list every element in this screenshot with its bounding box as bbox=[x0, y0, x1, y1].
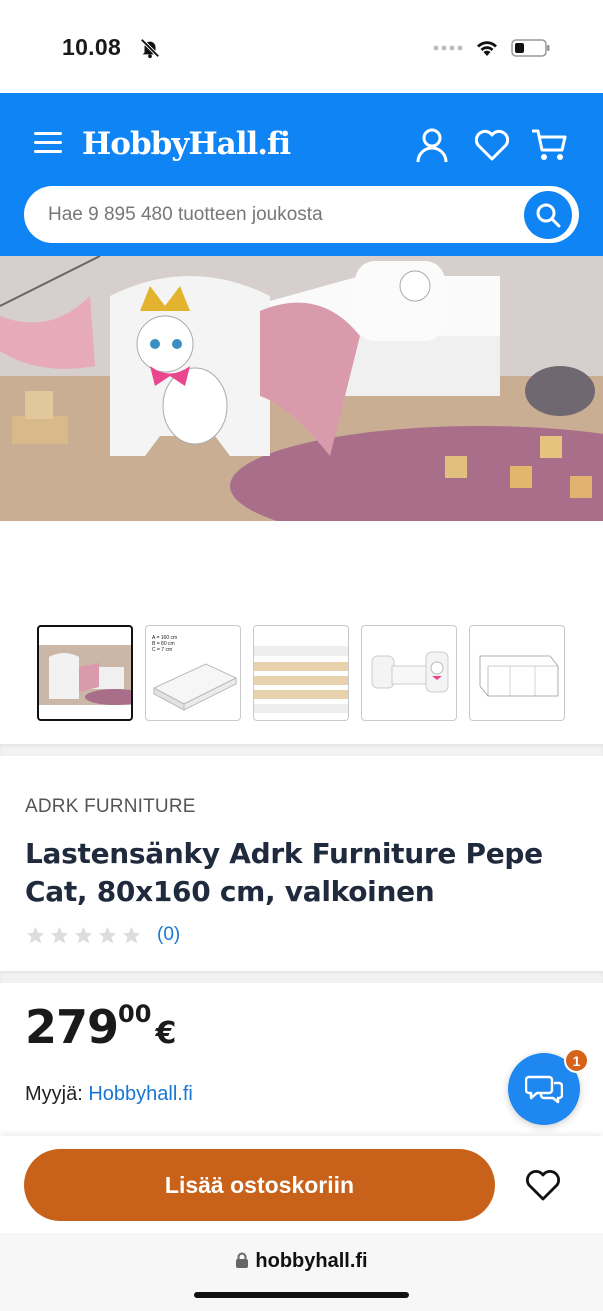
seller-label: Myyjä: bbox=[25, 1083, 83, 1105]
search-icon bbox=[536, 203, 561, 228]
star-icon bbox=[50, 926, 69, 943]
seller-link[interactable]: Hobbyhall.fi bbox=[88, 1083, 193, 1105]
product-title: Lastensänky Adrk Furniture Pepe Cat, 80x… bbox=[25, 837, 543, 908]
status-time: 10.08 bbox=[62, 34, 122, 60]
product-rating[interactable]: (0) bbox=[25, 924, 180, 946]
search-button[interactable] bbox=[524, 191, 572, 239]
search-input[interactable] bbox=[48, 186, 518, 243]
price-decimals: 00 bbox=[118, 1000, 152, 1028]
wishlist-heart-icon[interactable] bbox=[523, 1165, 563, 1205]
product-brand[interactable]: ADRK FURNITURE bbox=[25, 796, 196, 818]
svg-text:C = 7 cm: C = 7 cm bbox=[152, 647, 172, 653]
thumbnail-3[interactable] bbox=[253, 625, 349, 721]
chat-notification-badge: 1 bbox=[564, 1048, 589, 1073]
thumb-bed-white bbox=[371, 651, 449, 693]
thumb-slats bbox=[254, 646, 348, 713]
search-bar bbox=[24, 186, 579, 243]
product-main-image[interactable] bbox=[0, 256, 603, 521]
section-divider bbox=[0, 971, 603, 983]
add-to-cart-button[interactable]: Lisää ostoskoriin bbox=[24, 1149, 495, 1221]
star-icon bbox=[26, 926, 45, 943]
star-icon bbox=[74, 926, 93, 943]
heart-icon[interactable] bbox=[473, 126, 511, 164]
thumb-mattress-dimensions: A = 160 cm B = 80 cm C = 7 cm bbox=[152, 635, 238, 711]
star-icon bbox=[122, 926, 141, 943]
signal-dots-icon bbox=[433, 45, 463, 51]
thumbnail-5[interactable] bbox=[469, 625, 565, 721]
site-logo[interactable]: HobbyHall.fi bbox=[82, 126, 291, 162]
status-indicators bbox=[433, 38, 551, 58]
price-integer: 279 bbox=[25, 1000, 119, 1054]
review-count-link[interactable]: (0) bbox=[157, 924, 180, 946]
home-indicator[interactable] bbox=[194, 1292, 409, 1298]
menu-icon[interactable] bbox=[34, 132, 62, 156]
thumb-bed-room bbox=[39, 645, 131, 705]
user-icon[interactable] bbox=[413, 126, 451, 164]
lock-icon bbox=[236, 1252, 249, 1268]
product-price: 27900€ bbox=[25, 1000, 176, 1054]
cart-icon[interactable] bbox=[530, 126, 568, 164]
seller-info: Myyjä: Hobbyhall.fi bbox=[25, 1083, 193, 1106]
thumb-technical-drawing bbox=[479, 655, 559, 697]
wifi-icon bbox=[477, 41, 497, 56]
star-icon bbox=[98, 926, 117, 943]
thumbnail-strip: A = 160 cm B = 80 cm C = 7 cm bbox=[37, 625, 565, 721]
bed-room-illustration bbox=[0, 256, 603, 521]
battery-icon bbox=[511, 39, 550, 57]
section-divider bbox=[0, 744, 603, 756]
thumbnail-2[interactable]: A = 160 cm B = 80 cm C = 7 cm bbox=[145, 625, 241, 721]
thumbnail-4[interactable] bbox=[361, 625, 457, 721]
bell-muted-icon bbox=[140, 38, 160, 59]
browser-url[interactable]: hobbyhall.fi bbox=[0, 1250, 603, 1273]
status-bar: 10.08 bbox=[0, 0, 603, 93]
chat-bubbles-icon bbox=[525, 1075, 563, 1104]
thumbnail-1[interactable] bbox=[37, 625, 133, 721]
price-currency: € bbox=[155, 1016, 177, 1051]
browser-url-text: hobbyhall.fi bbox=[255, 1250, 368, 1272]
